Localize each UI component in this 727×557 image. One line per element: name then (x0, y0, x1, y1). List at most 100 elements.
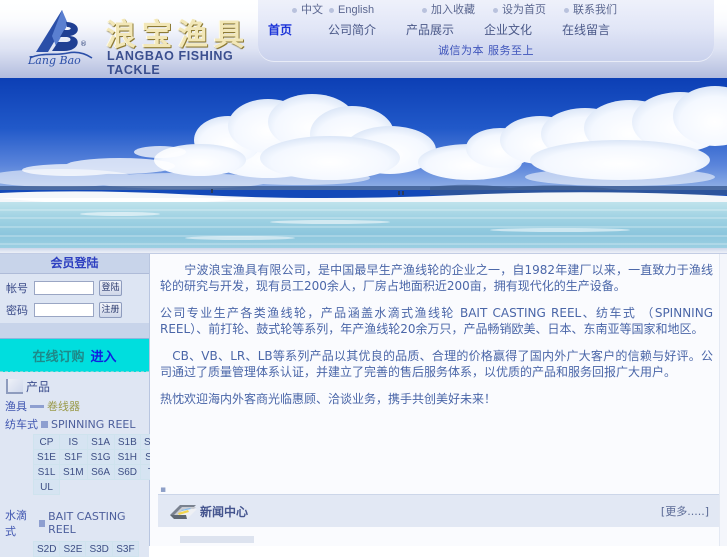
username-row: 帐号 登陆 (0, 277, 149, 299)
dash-icon (30, 404, 44, 408)
news-section-label: 新闻中心 (200, 504, 249, 519)
intro-paragraph-4: 热忱欢迎海内外客商光临惠顾、洽谈业务，携手共创美好未来！ (160, 392, 497, 406)
bullet-icon (564, 7, 569, 13)
product-code[interactable]: S1A (86, 434, 115, 450)
spinning-reel-code-table: CP IS S1A S1B S1D S1E S1F S1G S1H S1J S1… (33, 434, 168, 495)
sidebar: 会员登陆 帐号 登陆 密码 注册 在线订购 进入 产品 渔具 卷线器 纺车式 S… (0, 254, 168, 557)
product-code[interactable]: S6D (113, 464, 142, 480)
utility-nav-label: 加入收藏 (431, 3, 475, 16)
utility-nav-label: 设为首页 (502, 3, 546, 16)
empty-cell (87, 480, 114, 495)
product-code[interactable]: S1L (33, 464, 60, 480)
username-input[interactable] (34, 281, 94, 295)
navigation-panel: 中文 English 加入收藏 设为首页 联系我们 首页 公司简介 产品展示 企… (258, 0, 714, 62)
content-right-edge (719, 254, 727, 546)
utility-nav-item-english[interactable]: English (329, 2, 374, 18)
empty-cell (60, 480, 88, 495)
product-nav: 产品 渔具 卷线器 纺车式 SPINNING REEL CP IS S1A S1… (0, 372, 168, 557)
main-nav-item-culture[interactable]: 企业文化 (484, 19, 532, 41)
main-nav-item-message[interactable]: 在线留言 (562, 19, 610, 41)
beach-banner-image (0, 78, 727, 248)
category-reel[interactable]: 渔具 卷线器 (0, 397, 149, 415)
main-nav: 首页 公司简介 产品展示 企业文化 在线留言 (258, 19, 714, 41)
logo-chinese-name: 浪宝渔具 (106, 18, 250, 53)
utility-nav-item-chinese[interactable]: 中文 (292, 2, 323, 18)
product-code[interactable]: CP (33, 434, 60, 450)
product-code[interactable]: IS (59, 434, 88, 450)
content-bottom-stub (180, 536, 254, 543)
baitcasting-reel-code-table: S2D S2E S3D S3F (32, 541, 139, 557)
news-divider: ▪ (160, 485, 167, 495)
login-box-title: 会员登陆 (0, 254, 149, 274)
folder-icon (6, 379, 23, 394)
svg-text:Lang Bao: Lang Bao (27, 54, 81, 67)
online-order-banner[interactable]: 在线订购 进入 (0, 338, 149, 372)
online-order-link[interactable]: 进入 (91, 346, 117, 365)
page-body: 会员登陆 帐号 登陆 密码 注册 在线订购 进入 产品 渔具 卷线器 纺车式 S… (0, 254, 727, 557)
product-code[interactable]: S6A (86, 464, 115, 480)
subgroup-name: BAIT CASTING REEL (48, 510, 126, 536)
product-code[interactable]: S1M (59, 464, 88, 480)
main-nav-item-home[interactable]: 首页 (268, 19, 292, 41)
product-code[interactable]: S1G (86, 449, 115, 465)
login-fields: 帐号 登陆 密码 注册 (0, 274, 149, 323)
register-button[interactable]: 注册 (99, 302, 122, 318)
product-code[interactable]: S2D (32, 541, 61, 557)
table-row: S2D S2E S3D S3F (32, 541, 139, 557)
main-nav-item-products[interactable]: 产品展示 (406, 19, 454, 41)
subgroup-baitcasting[interactable]: 水滴式 BAIT CASTING REEL (0, 506, 149, 540)
logo-monogram-icon: Lang Bao (27, 10, 93, 67)
bullet-icon (292, 7, 297, 13)
utility-nav-item-homepage[interactable]: 设为首页 (493, 2, 546, 18)
subgroup-spinning[interactable]: 纺车式 SPINNING REEL (0, 415, 149, 433)
subgroup-name: SPINNING REEL (51, 417, 136, 431)
logo-english-name: LANGBAO FISHING TACKLE (107, 49, 234, 77)
bullet-icon (493, 7, 498, 13)
square-marker-icon (38, 519, 46, 527)
product-code[interactable]: S3D (85, 541, 113, 557)
category-name: 卷线器 (47, 400, 80, 413)
product-code[interactable]: S1H (113, 449, 142, 465)
product-nav-heading-label: 产品 (26, 380, 51, 394)
company-intro-article: 宁波浪宝渔具有限公司，是中国最早生产渔线轮的企业之一，自1982年建厂以来，一直… (150, 254, 727, 434)
intro-paragraph-5 (160, 418, 713, 434)
password-row: 密码 注册 (0, 299, 149, 321)
product-code[interactable]: S3F (111, 541, 139, 557)
table-row: S1L S1M S6A S6D TL (33, 464, 168, 480)
site-header: Lang Bao ® 浪宝渔具 LANGBAO FISHING TACKLE 中… (0, 0, 727, 78)
online-order-label: 在线订购 (32, 349, 85, 365)
table-row: UL (33, 479, 167, 495)
main-nav-item-about[interactable]: 公司简介 (328, 19, 376, 41)
password-label: 密码 (6, 304, 28, 317)
product-code[interactable]: S1F (59, 449, 88, 465)
intro-paragraph-2: 公司专业生产各类渔线轮，产品涵盖水滴式渔线轮 BAIT CASTING REEL… (160, 306, 713, 336)
product-code[interactable]: S2E (59, 541, 87, 557)
bullet-icon (329, 7, 334, 13)
product-code[interactable]: S1E (33, 449, 60, 465)
news-header-bar: 新闻中心 [更多.....] (158, 494, 719, 527)
password-input[interactable] (34, 303, 94, 317)
product-code[interactable]: S1B (113, 434, 142, 450)
member-login-box: 会员登陆 帐号 登陆 密码 注册 (0, 254, 149, 338)
login-button[interactable]: 登陆 (99, 280, 122, 296)
intro-paragraph-3: CB、VB、LR、LB等系列产品以其优良的品质、合理的价格赢得了国内外广大客户的… (160, 349, 713, 379)
utility-nav-item-contact[interactable]: 联系我们 (564, 2, 617, 18)
utility-nav-item-favorite[interactable]: 加入收藏 (422, 2, 475, 18)
product-nav-heading: 产品 (0, 377, 149, 397)
utility-nav: 中文 English 加入收藏 设为首页 联系我们 (258, 2, 714, 18)
product-code[interactable]: UL (33, 479, 60, 495)
news-section: ▪ 新闻中心 [更多.....] (158, 486, 719, 527)
intro-paragraph-1: 宁波浪宝渔具有限公司，是中国最早生产渔线轮的企业之一，自1982年建厂以来，一直… (160, 263, 713, 293)
subgroup-prefix: 水滴式 (5, 509, 27, 538)
news-book-icon (170, 505, 197, 519)
category-prefix: 渔具 (5, 400, 27, 413)
utility-nav-label: 联系我们 (573, 3, 617, 16)
table-row: S1E S1F S1G S1H S1J (33, 449, 168, 465)
site-logo[interactable]: Lang Bao ® 浪宝渔具 LANGBAO FISHING TACKLE (14, 4, 254, 77)
username-label: 帐号 (6, 282, 28, 295)
bullet-icon (422, 7, 427, 13)
square-marker-icon (41, 420, 48, 428)
registered-mark: ® (80, 40, 87, 48)
news-more-link[interactable]: [更多.....] (661, 503, 709, 519)
